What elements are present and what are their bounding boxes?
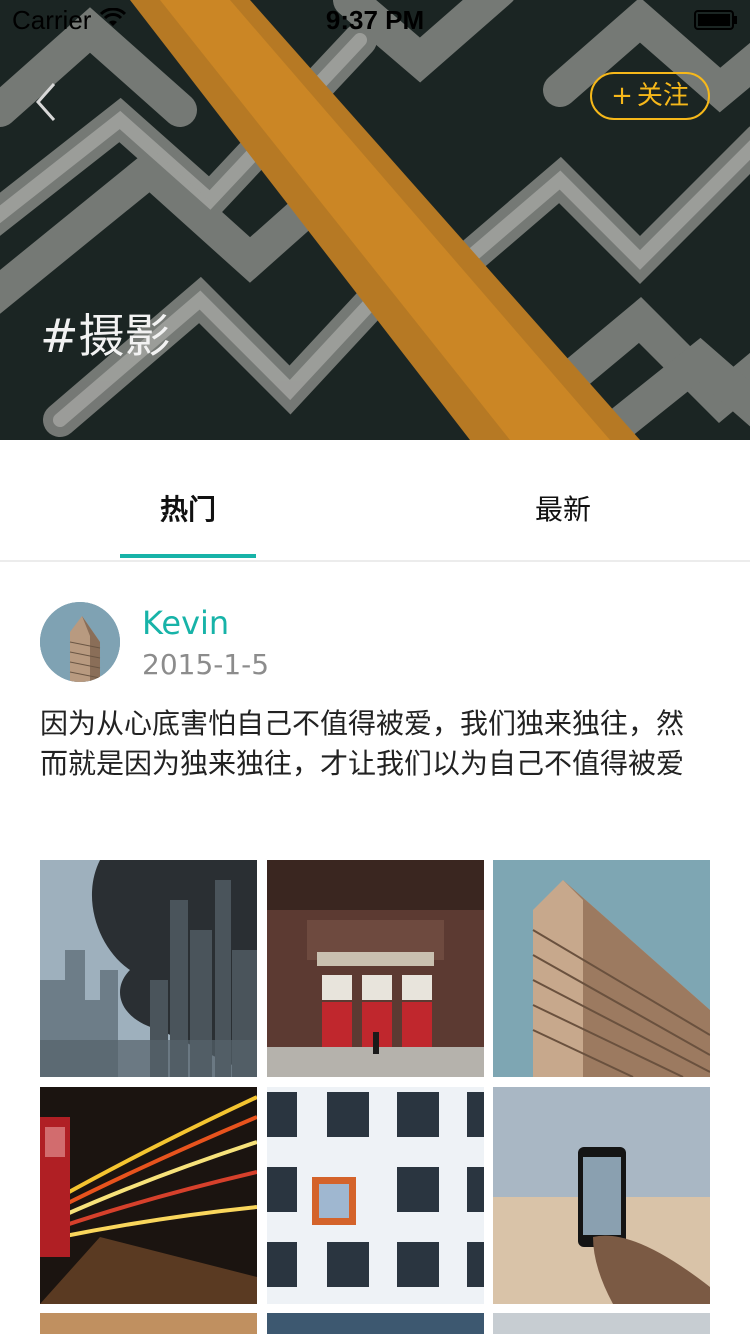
author-name[interactable]: Kevin [142,604,229,642]
plus-icon: + [611,81,633,111]
post-date: 2015-1-5 [142,648,270,681]
photo-image [267,1313,484,1334]
tab-latest[interactable]: 最新 [495,440,631,560]
hero-background-image [0,0,750,440]
post-text: 因为从心底害怕自己不值得被爱，我们独来独往，然而就是因为独来独往，才让我们以为自… [40,707,685,780]
photo-image [40,1313,257,1334]
follow-label: 关注 [636,81,689,111]
status-time: 9:37 PM [325,5,425,35]
photo-thumbnail[interactable] [267,1313,484,1334]
hero-header: Carrier 9:37 PM + 关注 #摄影 [0,0,750,440]
active-tab-indicator [120,554,256,558]
photo-thumbnail[interactable] [40,1313,257,1334]
status-bar: Carrier 9:37 PM [0,0,750,40]
photo-thumbnail[interactable] [267,1087,484,1304]
photo-image [493,1313,710,1334]
photo-thumbnail[interactable] [493,1087,710,1304]
photo-thumbnail[interactable] [493,860,710,1077]
chevron-left-icon [35,83,56,121]
tab-hot[interactable]: 热门 [120,440,256,560]
avatar-image [40,602,120,682]
battery-icon [694,10,737,30]
photo-thumbnail[interactable] [493,1313,710,1334]
tab-bar: 热门 最新 [0,440,750,562]
topic-title: #摄影 [40,309,171,363]
photo-thumbnail[interactable] [267,860,484,1077]
building-windows-image [267,1087,484,1304]
phone-sunset-image [493,1087,710,1304]
photo-thumbnail[interactable] [40,860,257,1077]
massey-hall-image [267,860,484,1077]
flatiron-building-image [493,860,710,1077]
avatar[interactable] [40,602,120,682]
back-button[interactable] [30,80,66,124]
follow-button[interactable]: + 关注 [590,72,710,120]
photo-thumbnail[interactable] [40,1087,257,1304]
light-trails-image [40,1087,257,1304]
city-silhouette-image [40,860,257,1077]
